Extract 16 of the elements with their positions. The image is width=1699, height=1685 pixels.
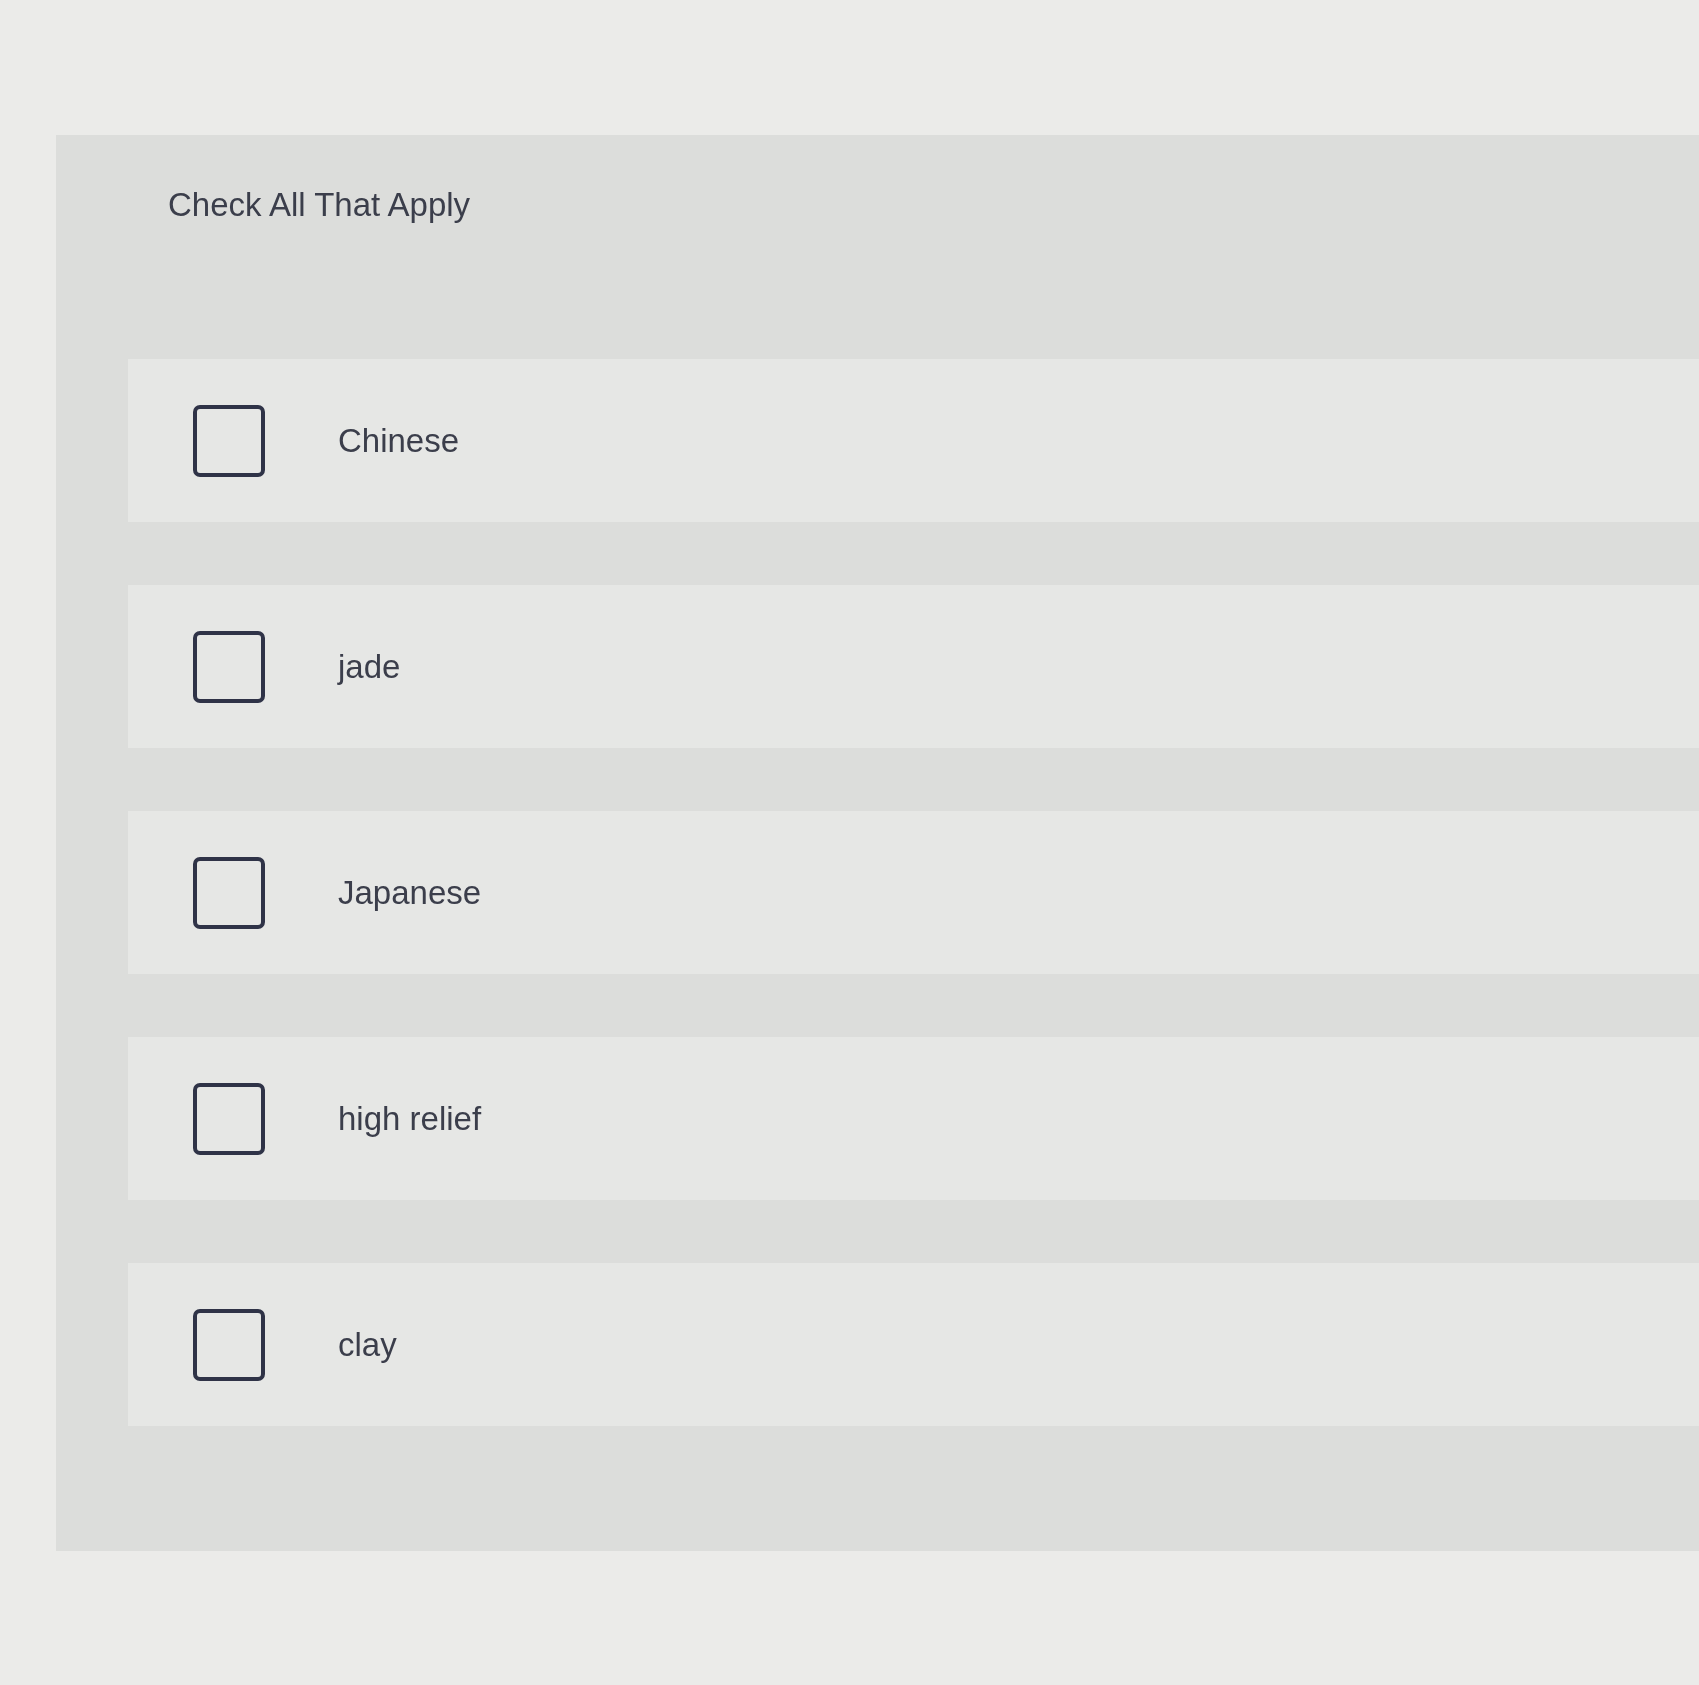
checkbox[interactable] — [193, 404, 265, 477]
option-label: Japanese — [338, 872, 482, 913]
checkbox[interactable] — [193, 1308, 265, 1381]
answer-option[interactable]: high relief — [128, 1037, 1699, 1200]
answer-option[interactable]: Chinese — [128, 359, 1699, 522]
answer-option[interactable]: jade — [128, 585, 1699, 748]
answer-option[interactable]: Japanese — [128, 811, 1699, 974]
checkbox[interactable] — [193, 630, 265, 703]
answer-option[interactable]: clay — [128, 1263, 1699, 1426]
option-label: Chinese — [338, 420, 460, 461]
instruction-text: Check All That Apply — [168, 185, 471, 225]
checkbox[interactable] — [193, 856, 265, 929]
option-label: high relief — [338, 1098, 482, 1139]
option-label: jade — [338, 646, 401, 687]
option-label: clay — [338, 1324, 397, 1365]
checkbox[interactable] — [193, 1082, 265, 1155]
